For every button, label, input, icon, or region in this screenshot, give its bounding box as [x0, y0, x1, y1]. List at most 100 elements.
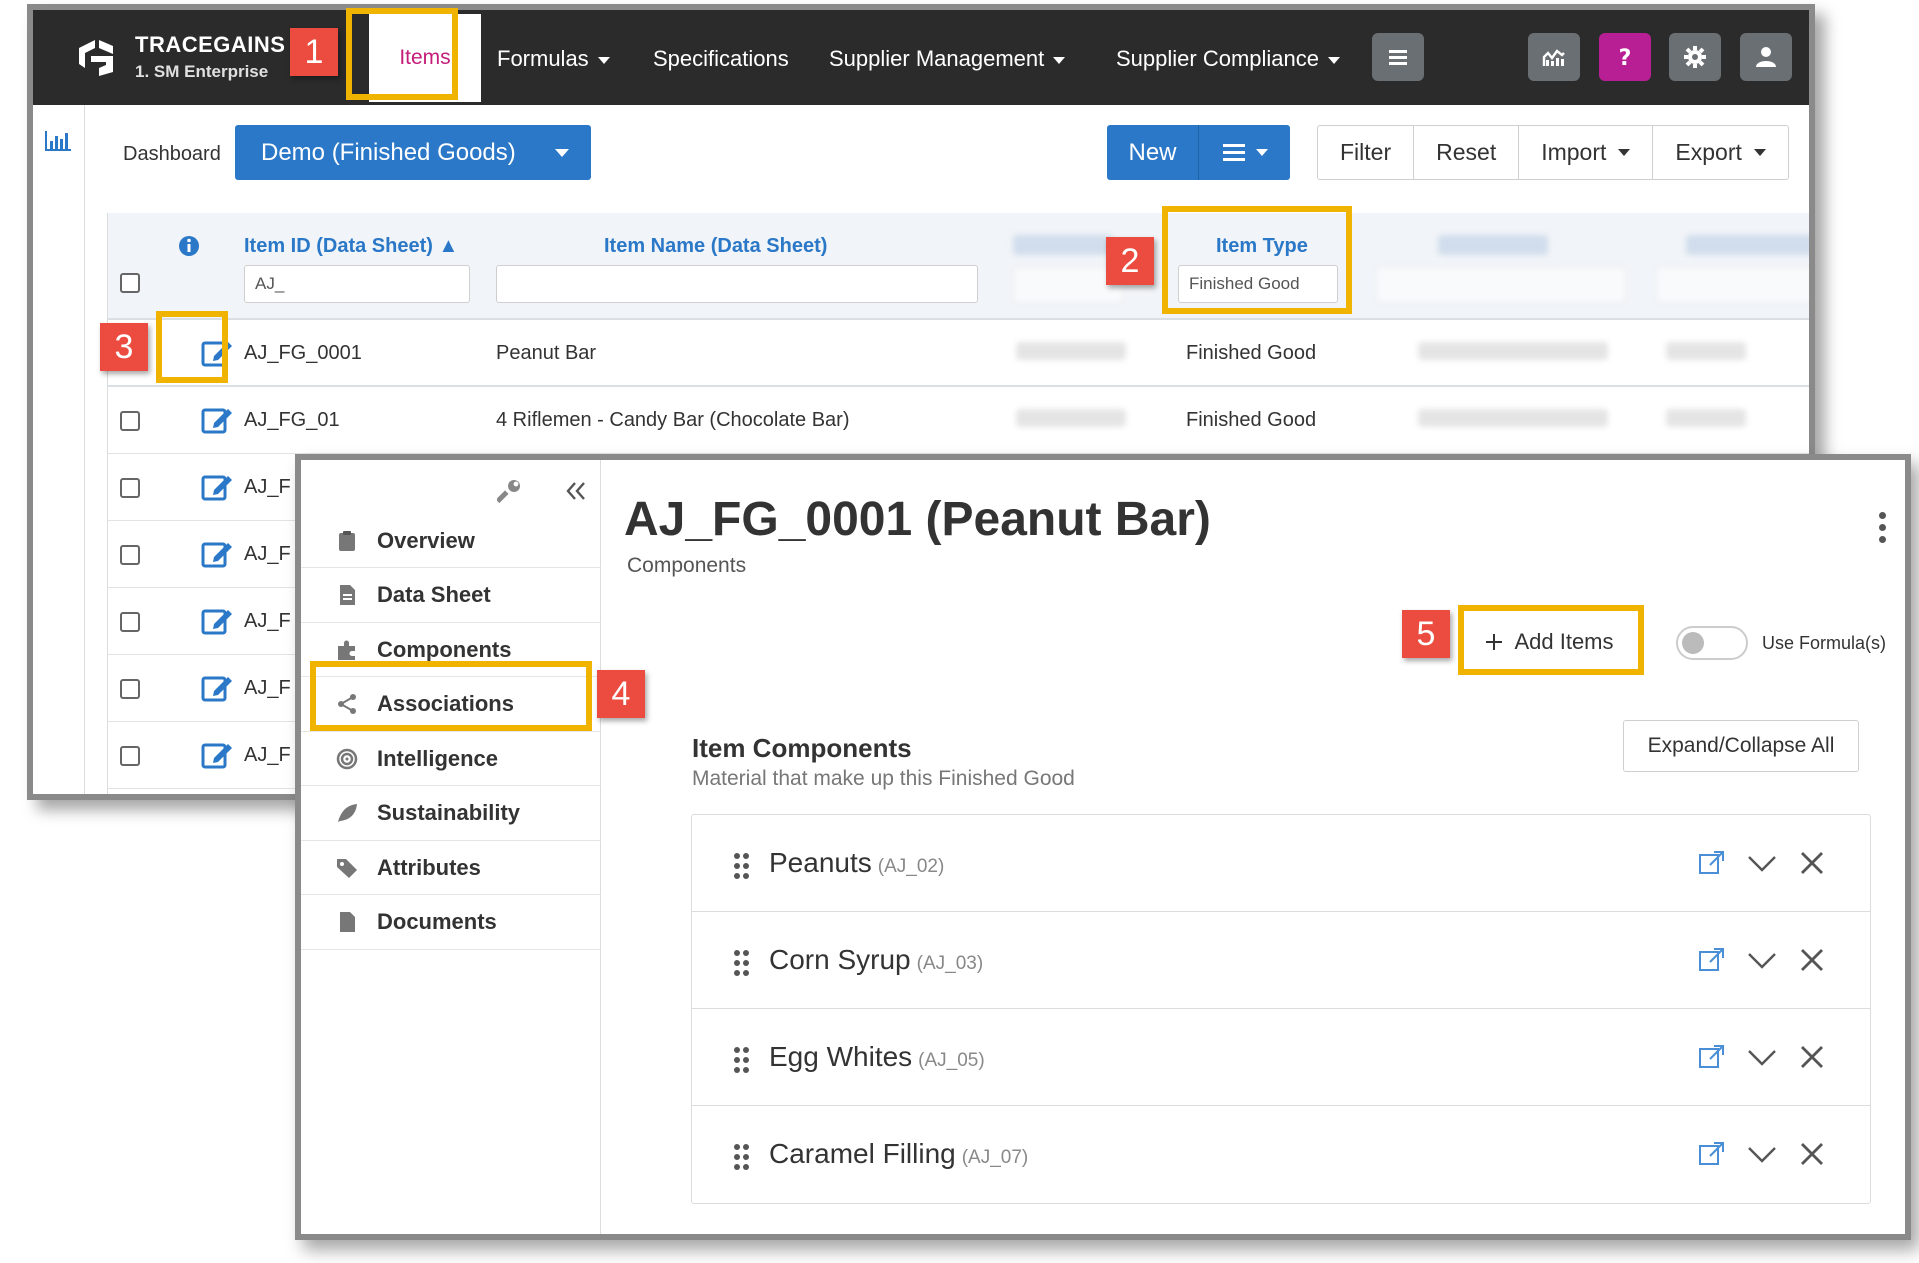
- row-checkbox[interactable]: [120, 545, 140, 565]
- edit-icon[interactable]: [198, 602, 236, 640]
- component-code: (AJ_03): [916, 953, 984, 974]
- close-icon[interactable]: [1796, 944, 1828, 976]
- edit-icon[interactable]: [198, 736, 236, 774]
- brand-name: TRACEGAINS: [135, 32, 286, 57]
- row-checkbox[interactable]: [120, 612, 140, 632]
- dashboard-chart-icon[interactable]: [43, 127, 73, 153]
- component-code: (AJ_07): [961, 1147, 1029, 1168]
- analytics-button[interactable]: [1528, 33, 1580, 81]
- cell-blurred: [1666, 409, 1746, 427]
- file-text-icon: [335, 583, 377, 607]
- wrench-icon[interactable]: [497, 478, 523, 504]
- sidebar-item-data-sheet[interactable]: Data Sheet: [301, 569, 601, 623]
- component-name: Egg Whites (AJ_05): [769, 1041, 985, 1072]
- row-checkbox[interactable]: [120, 746, 140, 766]
- cell-item-id: AJ_FG_01: [244, 409, 340, 431]
- nav-specifications[interactable]: Specifications: [653, 46, 789, 72]
- collapse-sidebar-icon[interactable]: [563, 478, 589, 504]
- nav-supplier-compliance[interactable]: Supplier Compliance: [1116, 46, 1340, 72]
- component-row[interactable]: Peanuts (AJ_02): [692, 815, 1870, 912]
- tracegains-logo-icon[interactable]: [73, 34, 119, 80]
- col-data-sheet-blurred: [1686, 235, 1809, 255]
- item-detail-window: Overview Data Sheet Components Associations…: [295, 454, 1911, 1240]
- account-selector[interactable]: 1. SM Enterprise: [135, 62, 268, 82]
- cell-item-id: AJ_F: [244, 610, 291, 632]
- chevron-down-icon[interactable]: [1746, 847, 1778, 879]
- sidebar-item-intelligence[interactable]: Intelligence: [301, 732, 601, 786]
- drag-handle-icon[interactable]: [732, 948, 752, 978]
- table-row[interactable]: AJ_FG_0001 Peanut Bar Finished Good: [108, 320, 1809, 387]
- section-title: Item Components: [692, 733, 912, 763]
- nav-supplier-management[interactable]: Supplier Management: [829, 46, 1066, 72]
- sidebar-tools: [497, 478, 589, 504]
- row-checkbox[interactable]: [120, 411, 140, 431]
- clipboard-icon: [335, 529, 377, 553]
- select-all-checkbox[interactable]: [120, 273, 140, 293]
- component-row[interactable]: Egg Whites (AJ_05): [692, 1009, 1870, 1106]
- chevron-down-icon: [1053, 56, 1066, 64]
- highlight-components-tab: [310, 661, 592, 731]
- edit-icon[interactable]: [198, 535, 236, 573]
- hamburger-icon: [1389, 50, 1407, 65]
- edit-icon[interactable]: [198, 401, 236, 439]
- col-item-name[interactable]: Item Name (Data Sheet): [604, 235, 827, 258]
- use-formula-toggle[interactable]: [1676, 626, 1748, 660]
- edit-icon[interactable]: [198, 669, 236, 707]
- component-row[interactable]: Corn Syrup (AJ_03): [692, 912, 1870, 1009]
- menu-button[interactable]: [1372, 33, 1424, 81]
- table-row[interactable]: AJ_FG_01 4 Riflemen - Candy Bar (Chocolat…: [108, 387, 1809, 454]
- close-icon[interactable]: [1796, 1138, 1828, 1170]
- drag-handle-icon[interactable]: [732, 1142, 752, 1172]
- open-external-icon[interactable]: [1696, 1041, 1728, 1073]
- chevron-down-icon[interactable]: [1746, 1041, 1778, 1073]
- open-external-icon[interactable]: [1696, 1138, 1728, 1170]
- settings-button[interactable]: [1669, 33, 1721, 81]
- chevron-down-icon: [1618, 149, 1631, 156]
- sidebar-item-label: Data Sheet: [377, 582, 491, 607]
- nav-formulas[interactable]: Formulas: [497, 46, 610, 72]
- sidebar-item-overview[interactable]: Overview: [301, 514, 601, 568]
- sidebar-item-documents[interactable]: Documents: [301, 896, 601, 950]
- tag-icon: [335, 856, 377, 880]
- filter-item-name-input[interactable]: [496, 265, 978, 303]
- reset-button[interactable]: Reset: [1414, 126, 1520, 179]
- chevron-down-icon: [555, 149, 569, 157]
- view-selector[interactable]: Demo (Finished Goods): [235, 125, 591, 180]
- export-button[interactable]: Export: [1653, 126, 1787, 179]
- sidebar-item-sustainability[interactable]: Sustainability: [301, 787, 601, 841]
- dashboard-label: Dashboard: [123, 143, 221, 165]
- close-icon[interactable]: [1796, 1041, 1828, 1073]
- new-button[interactable]: New: [1107, 125, 1199, 180]
- open-external-icon[interactable]: [1696, 944, 1728, 976]
- filter-button[interactable]: Filter: [1318, 126, 1415, 179]
- component-name: Corn Syrup (AJ_03): [769, 944, 984, 975]
- drag-handle-icon[interactable]: [732, 1045, 752, 1075]
- open-external-icon[interactable]: [1696, 847, 1728, 879]
- user-icon: [1756, 47, 1776, 67]
- expand-collapse-button[interactable]: Expand/Collapse All: [1623, 720, 1859, 772]
- chevron-down-icon: [597, 56, 610, 64]
- chevron-down-icon[interactable]: [1746, 944, 1778, 976]
- col-item-id[interactable]: Item ID (Data Sheet) ▲: [244, 235, 458, 258]
- cell-item-id: AJ_F: [244, 543, 291, 565]
- sidebar-item-attributes[interactable]: Attributes: [301, 841, 601, 895]
- close-icon[interactable]: [1796, 847, 1828, 879]
- chevron-down-icon[interactable]: [1746, 1138, 1778, 1170]
- info-icon[interactable]: [178, 235, 200, 257]
- filter-item-id-input[interactable]: AJ_: [244, 265, 470, 303]
- drag-handle-icon[interactable]: [732, 851, 752, 881]
- row-checkbox[interactable]: [120, 679, 140, 699]
- cell-item-type: Finished Good: [1186, 409, 1317, 431]
- edit-icon[interactable]: [198, 468, 236, 506]
- row-checkbox[interactable]: [120, 478, 140, 498]
- component-row[interactable]: Caramel Filling (AJ_07): [692, 1106, 1870, 1203]
- import-button[interactable]: Import: [1519, 126, 1654, 179]
- sidebar-item-label: Documents: [377, 909, 497, 934]
- help-button[interactable]: ?: [1599, 33, 1651, 81]
- sidebar-item-label: Components: [377, 636, 512, 662]
- more-options-icon[interactable]: [1879, 512, 1887, 548]
- cell-blurred: [1666, 342, 1746, 360]
- chevron-down-icon: [1328, 56, 1340, 64]
- new-menu-button[interactable]: [1199, 125, 1290, 180]
- user-button[interactable]: [1740, 33, 1792, 81]
